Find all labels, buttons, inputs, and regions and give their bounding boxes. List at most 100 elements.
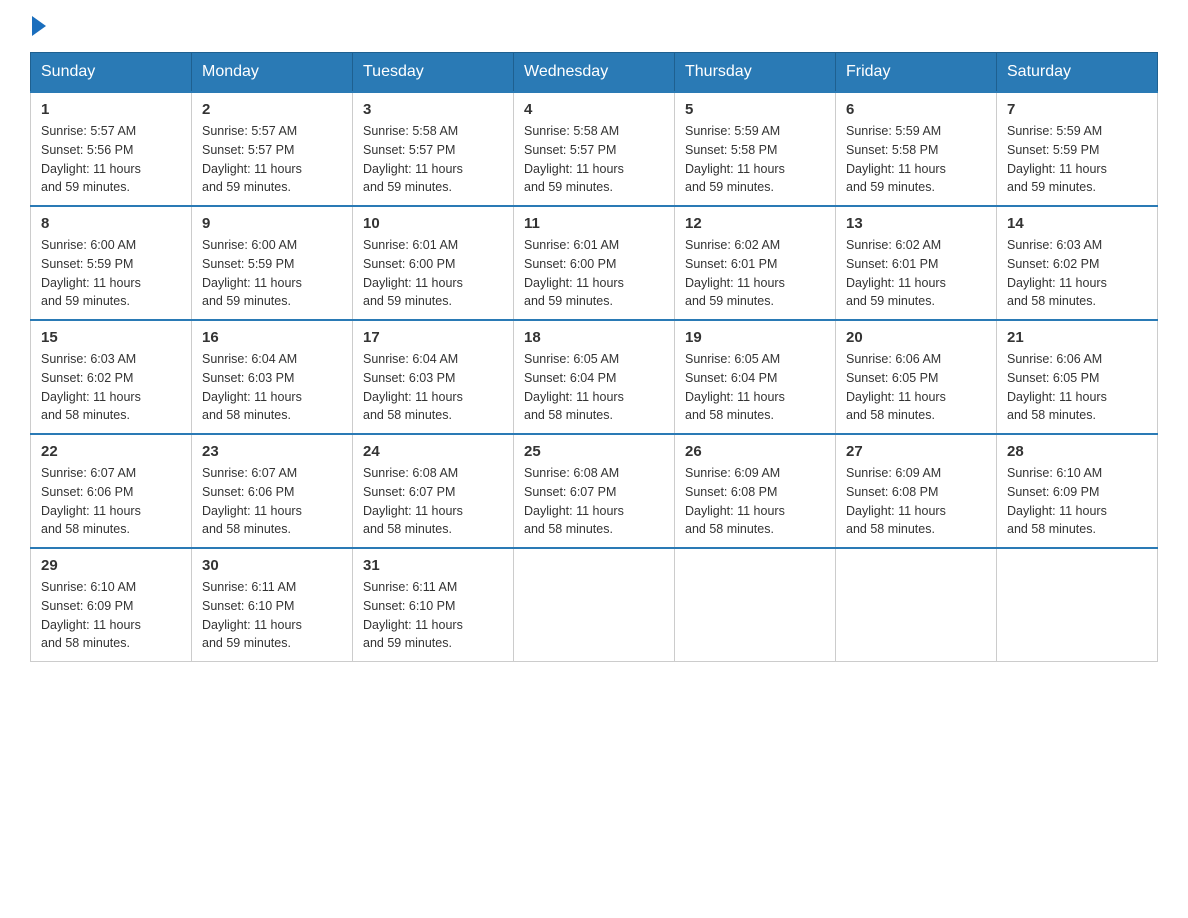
calendar-week-2: 8 Sunrise: 6:00 AMSunset: 5:59 PMDaylight…	[31, 206, 1158, 320]
calendar-cell: 7 Sunrise: 5:59 AMSunset: 5:59 PMDaylight…	[997, 92, 1158, 206]
day-number: 30	[202, 557, 342, 574]
calendar-week-3: 15 Sunrise: 6:03 AMSunset: 6:02 PMDayligh…	[31, 320, 1158, 434]
day-number: 8	[41, 215, 181, 232]
calendar-cell: 1Sunrise: 5:57 AMSunset: 5:56 PMDaylight…	[31, 92, 192, 206]
calendar-header-wednesday: Wednesday	[514, 53, 675, 93]
calendar-cell: 21 Sunrise: 6:06 AMSunset: 6:05 PMDayligh…	[997, 320, 1158, 434]
day-number: 10	[363, 215, 503, 232]
day-number: 28	[1007, 443, 1147, 460]
day-number: 20	[846, 329, 986, 346]
logo	[30, 20, 46, 32]
calendar-week-5: 29 Sunrise: 6:10 AMSunset: 6:09 PMDayligh…	[31, 548, 1158, 662]
calendar-cell: 15 Sunrise: 6:03 AMSunset: 6:02 PMDayligh…	[31, 320, 192, 434]
day-info: Sunrise: 6:00 AMSunset: 5:59 PMDaylight:…	[202, 236, 342, 311]
day-info: Sunrise: 6:09 AMSunset: 6:08 PMDaylight:…	[685, 464, 825, 539]
calendar-cell	[514, 548, 675, 662]
day-info: Sunrise: 5:59 AMSunset: 5:58 PMDaylight:…	[846, 122, 986, 197]
day-info: Sunrise: 6:04 AMSunset: 6:03 PMDaylight:…	[363, 350, 503, 425]
calendar-cell: 13 Sunrise: 6:02 AMSunset: 6:01 PMDayligh…	[836, 206, 997, 320]
day-number: 26	[685, 443, 825, 460]
calendar-cell: 23 Sunrise: 6:07 AMSunset: 6:06 PMDayligh…	[192, 434, 353, 548]
calendar-cell: 29 Sunrise: 6:10 AMSunset: 6:09 PMDayligh…	[31, 548, 192, 662]
calendar-header-thursday: Thursday	[675, 53, 836, 93]
calendar-cell	[997, 548, 1158, 662]
calendar-header-friday: Friday	[836, 53, 997, 93]
logo-triangle-icon	[32, 16, 46, 36]
page-header	[30, 20, 1158, 32]
day-number: 21	[1007, 329, 1147, 346]
calendar-cell: 11 Sunrise: 6:01 AMSunset: 6:00 PMDayligh…	[514, 206, 675, 320]
calendar-cell: 18Sunrise: 6:05 AMSunset: 6:04 PMDayligh…	[514, 320, 675, 434]
day-info: Sunrise: 5:57 AMSunset: 5:57 PMDaylight:…	[202, 122, 342, 197]
calendar-cell: 2 Sunrise: 5:57 AMSunset: 5:57 PMDaylight…	[192, 92, 353, 206]
day-number: 14	[1007, 215, 1147, 232]
calendar-cell	[836, 548, 997, 662]
day-info: Sunrise: 6:09 AMSunset: 6:08 PMDaylight:…	[846, 464, 986, 539]
day-info: Sunrise: 6:01 AMSunset: 6:00 PMDaylight:…	[524, 236, 664, 311]
day-number: 4	[524, 101, 664, 118]
calendar-cell: 5 Sunrise: 5:59 AMSunset: 5:58 PMDaylight…	[675, 92, 836, 206]
calendar-week-4: 22 Sunrise: 6:07 AMSunset: 6:06 PMDayligh…	[31, 434, 1158, 548]
day-number: 23	[202, 443, 342, 460]
day-info: Sunrise: 6:11 AMSunset: 6:10 PMDaylight:…	[202, 578, 342, 653]
calendar-cell: 16 Sunrise: 6:04 AMSunset: 6:03 PMDayligh…	[192, 320, 353, 434]
day-number: 3	[363, 101, 503, 118]
day-number: 9	[202, 215, 342, 232]
calendar-cell: 8Sunrise: 6:00 AMSunset: 5:59 PMDaylight…	[31, 206, 192, 320]
day-number: 16	[202, 329, 342, 346]
calendar-cell: 9 Sunrise: 6:00 AMSunset: 5:59 PMDaylight…	[192, 206, 353, 320]
day-info: Sunrise: 6:10 AMSunset: 6:09 PMDaylight:…	[41, 578, 181, 653]
calendar-cell: 24 Sunrise: 6:08 AMSunset: 6:07 PMDayligh…	[353, 434, 514, 548]
day-number: 6	[846, 101, 986, 118]
day-info: Sunrise: 5:59 AMSunset: 5:58 PMDaylight:…	[685, 122, 825, 197]
calendar-header-tuesday: Tuesday	[353, 53, 514, 93]
day-info: Sunrise: 6:08 AMSunset: 6:07 PMDaylight:…	[363, 464, 503, 539]
calendar-cell: 30 Sunrise: 6:11 AMSunset: 6:10 PMDayligh…	[192, 548, 353, 662]
day-info: Sunrise: 6:06 AMSunset: 6:05 PMDaylight:…	[1007, 350, 1147, 425]
calendar-cell: 31 Sunrise: 6:11 AMSunset: 6:10 PMDayligh…	[353, 548, 514, 662]
day-number: 19	[685, 329, 825, 346]
calendar-cell: 19Sunrise: 6:05 AMSunset: 6:04 PMDayligh…	[675, 320, 836, 434]
day-info: Sunrise: 6:01 AMSunset: 6:00 PMDaylight:…	[363, 236, 503, 311]
day-info: Sunrise: 5:58 AMSunset: 5:57 PMDaylight:…	[363, 122, 503, 197]
day-info: Sunrise: 6:03 AMSunset: 6:02 PMDaylight:…	[1007, 236, 1147, 311]
day-number: 2	[202, 101, 342, 118]
calendar-week-1: 1Sunrise: 5:57 AMSunset: 5:56 PMDaylight…	[31, 92, 1158, 206]
day-info: Sunrise: 6:08 AMSunset: 6:07 PMDaylight:…	[524, 464, 664, 539]
calendar-cell: 14 Sunrise: 6:03 AMSunset: 6:02 PMDayligh…	[997, 206, 1158, 320]
day-number: 31	[363, 557, 503, 574]
calendar-cell: 6 Sunrise: 5:59 AMSunset: 5:58 PMDaylight…	[836, 92, 997, 206]
calendar-cell: 28 Sunrise: 6:10 AMSunset: 6:09 PMDayligh…	[997, 434, 1158, 548]
calendar-cell: 17Sunrise: 6:04 AMSunset: 6:03 PMDayligh…	[353, 320, 514, 434]
calendar-cell: 12Sunrise: 6:02 AMSunset: 6:01 PMDayligh…	[675, 206, 836, 320]
calendar-cell: 26 Sunrise: 6:09 AMSunset: 6:08 PMDayligh…	[675, 434, 836, 548]
day-number: 27	[846, 443, 986, 460]
day-number: 29	[41, 557, 181, 574]
calendar-header-sunday: Sunday	[31, 53, 192, 93]
day-info: Sunrise: 6:04 AMSunset: 6:03 PMDaylight:…	[202, 350, 342, 425]
day-info: Sunrise: 6:10 AMSunset: 6:09 PMDaylight:…	[1007, 464, 1147, 539]
day-number: 7	[1007, 101, 1147, 118]
day-info: Sunrise: 5:57 AMSunset: 5:56 PMDaylight:…	[41, 122, 181, 197]
day-number: 22	[41, 443, 181, 460]
day-number: 25	[524, 443, 664, 460]
calendar-header-monday: Monday	[192, 53, 353, 93]
day-info: Sunrise: 6:03 AMSunset: 6:02 PMDaylight:…	[41, 350, 181, 425]
calendar-table: SundayMondayTuesdayWednesdayThursdayFrid…	[30, 52, 1158, 662]
day-info: Sunrise: 6:02 AMSunset: 6:01 PMDaylight:…	[685, 236, 825, 311]
day-info: Sunrise: 5:58 AMSunset: 5:57 PMDaylight:…	[524, 122, 664, 197]
day-info: Sunrise: 6:07 AMSunset: 6:06 PMDaylight:…	[41, 464, 181, 539]
day-info: Sunrise: 5:59 AMSunset: 5:59 PMDaylight:…	[1007, 122, 1147, 197]
calendar-cell: 20 Sunrise: 6:06 AMSunset: 6:05 PMDayligh…	[836, 320, 997, 434]
day-number: 24	[363, 443, 503, 460]
day-info: Sunrise: 6:07 AMSunset: 6:06 PMDaylight:…	[202, 464, 342, 539]
day-number: 11	[524, 215, 664, 232]
day-number: 5	[685, 101, 825, 118]
calendar-cell: 10 Sunrise: 6:01 AMSunset: 6:00 PMDayligh…	[353, 206, 514, 320]
day-info: Sunrise: 6:06 AMSunset: 6:05 PMDaylight:…	[846, 350, 986, 425]
day-number: 15	[41, 329, 181, 346]
day-info: Sunrise: 6:11 AMSunset: 6:10 PMDaylight:…	[363, 578, 503, 653]
calendar-cell: 25 Sunrise: 6:08 AMSunset: 6:07 PMDayligh…	[514, 434, 675, 548]
day-number: 13	[846, 215, 986, 232]
day-info: Sunrise: 6:02 AMSunset: 6:01 PMDaylight:…	[846, 236, 986, 311]
